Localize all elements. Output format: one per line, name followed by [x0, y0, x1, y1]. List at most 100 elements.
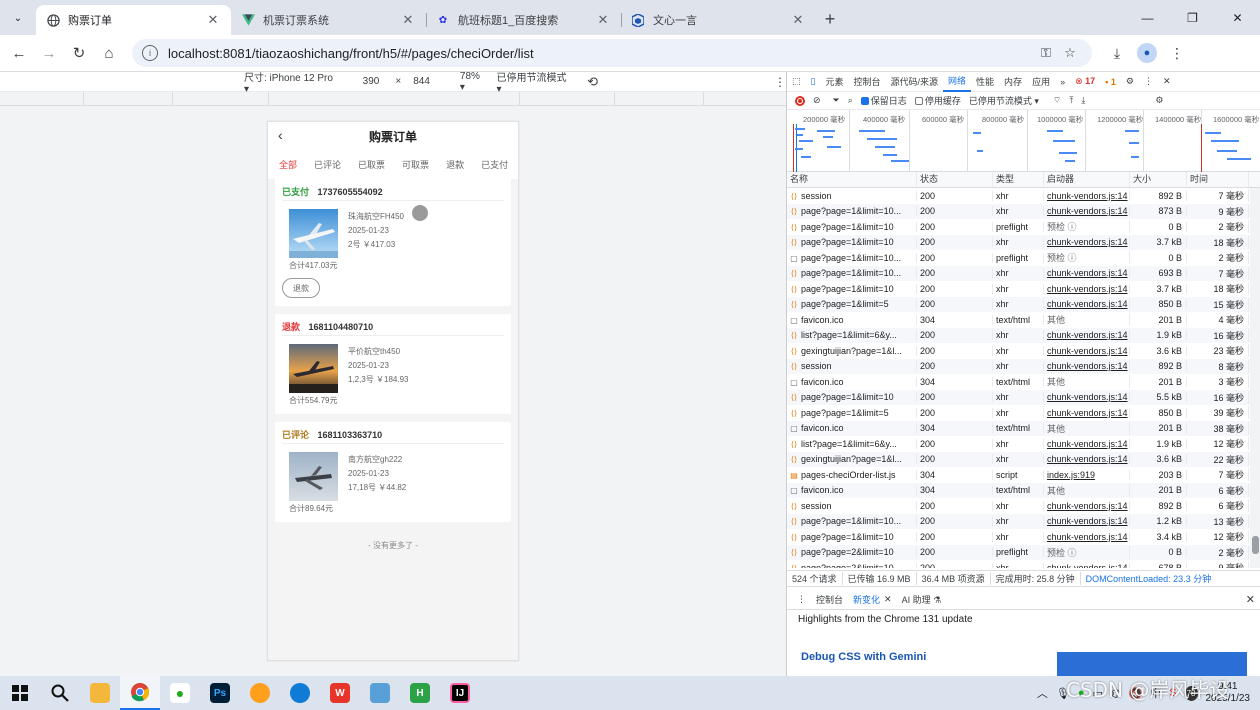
col-status[interactable]: 状态 — [917, 172, 993, 187]
disable-cache-checkbox[interactable]: 停用缓存 — [914, 94, 961, 107]
request-initiator[interactable]: chunk-vendors.js:14 — [1044, 206, 1130, 217]
drawer-tab-console[interactable]: 控制台 — [816, 593, 843, 606]
restore-icon[interactable]: ❐ — [1170, 0, 1215, 35]
device-toggle-icon[interactable]: ▯ — [806, 76, 821, 87]
order-card[interactable]: 退款 1681104480710 平价航空th450 2025-01-23 1,… — [275, 314, 511, 414]
col-size[interactable]: 大小 — [1130, 172, 1187, 187]
request-initiator[interactable]: chunk-vendors.js:14 — [1044, 407, 1130, 418]
request-name[interactable]: ⟨⟩ page?page=1&limit=10 — [787, 221, 917, 232]
table-row[interactable]: ▢ favicon.ico 304 text/html 其他 201 B3 毫秒 — [787, 374, 1260, 390]
import-icon[interactable]: ⤒ — [1069, 95, 1073, 106]
request-name[interactable]: ⟨⟩page?page=2&limit=10 — [787, 562, 917, 568]
table-row[interactable]: ▢ favicon.ico 304 text/html 其他 201 B4 毫秒 — [787, 312, 1260, 328]
download-icon[interactable]: ⤓ — [1102, 38, 1132, 68]
request-initiator[interactable]: chunk-vendors.js:14 — [1044, 283, 1130, 294]
intellij-icon[interactable]: IJ — [440, 676, 480, 710]
device-select[interactable]: 尺寸: iPhone 12 Pro ▾ — [244, 69, 337, 95]
export-icon[interactable]: ⤓ — [1081, 95, 1085, 106]
col-initiator[interactable]: 启动器 — [1044, 172, 1130, 187]
request-initiator[interactable]: chunk-vendors.js:14 — [1044, 454, 1130, 465]
gemini-link[interactable]: Debug CSS with Gemini — [801, 651, 926, 663]
request-initiator[interactable]: chunk-vendors.js:14 — [1044, 562, 1130, 568]
back-chevron-icon[interactable]: ‹ — [278, 127, 283, 143]
request-name[interactable]: ⟨⟩ page?page=1&limit=10... — [787, 206, 917, 217]
request-name[interactable]: ▢ favicon.ico — [787, 376, 917, 387]
request-name[interactable]: ⟨⟩ page?page=1&limit=10 — [787, 531, 917, 542]
tab-refund[interactable]: 退款 — [446, 158, 464, 171]
request-name[interactable]: ⟨⟩ page?page=1&limit=5 — [787, 407, 917, 418]
request-initiator[interactable]: chunk-vendors.js:14 — [1044, 500, 1130, 511]
scrollbar-thumb[interactable] — [1252, 536, 1259, 554]
table-row[interactable]: ⟨⟩ page?page=1&limit=10... 200 xhr chunk-ven… — [787, 265, 1260, 281]
drawer-tab-whats-new[interactable]: 新变化 — [853, 593, 880, 606]
request-initiator[interactable]: index.js:919 — [1044, 469, 1130, 480]
request-name[interactable]: ▤ pages-checiOrder-list.js — [787, 469, 917, 480]
table-row[interactable]: ⟨⟩ page?page=1&limit=10 200 xhr chunk-vendor… — [787, 389, 1260, 405]
table-row[interactable]: ⟨⟩ page?page=1&limit=10 200 xhr chunk-vendor… — [787, 529, 1260, 545]
table-row[interactable]: ⟨⟩ list?page=1&limit=6&y... 200 xhr chunk-ve… — [787, 436, 1260, 452]
table-row[interactable]: ⟨⟩ page?page=1&limit=10... 200 xhr chunk-ven… — [787, 513, 1260, 529]
request-name[interactable]: ⟨⟩ gexingtuijian?page=1&l... — [787, 454, 917, 465]
zoom-select[interactable]: 78% ▾ — [460, 71, 487, 93]
request-name[interactable]: ▢ favicon.ico — [787, 423, 917, 434]
search-icon[interactable] — [40, 676, 80, 710]
drawer-tab-close-icon[interactable]: ✕ — [884, 594, 892, 605]
clear-icon[interactable]: ⊘ — [813, 95, 821, 106]
home-icon[interactable]: ⌂ — [94, 38, 124, 68]
table-row[interactable]: ⟨⟩ page?page=1&limit=5 200 xhr chunk-vendors… — [787, 296, 1260, 312]
request-name[interactable]: ⟨⟩ session — [787, 500, 917, 511]
devtools-menu-icon[interactable]: ⋮ — [1139, 76, 1158, 87]
request-name[interactable]: ⟨⟩ list?page=1&limit=6&y... — [787, 330, 917, 341]
drawer-menu-icon[interactable]: ⋮ — [797, 594, 806, 605]
network-overview-timeline[interactable]: 200000 毫秒 400000 毫秒 600000 毫秒 800000 毫秒 … — [787, 110, 1260, 172]
table-row[interactable]: ⟨⟩ session 200 xhr chunk-vendors.js:14 892 B6… — [787, 498, 1260, 514]
settings-gear-icon[interactable]: ⚙ — [1121, 76, 1139, 87]
profile-avatar-icon[interactable]: ● — [1137, 43, 1157, 63]
request-name[interactable]: ⟨⟩ page?page=1&limit=10... — [787, 516, 917, 527]
table-row[interactable]: ⟨⟩ page?page=1&limit=10... 200 xhr chunk-ven… — [787, 203, 1260, 219]
col-type[interactable]: 类型 — [993, 172, 1044, 187]
error-count-badge[interactable]: ⊗ 17 — [1070, 76, 1100, 87]
throttle-select[interactable]: 已停用节流模式 ▾ — [497, 69, 572, 95]
search-icon[interactable]: ⌕ — [848, 95, 853, 106]
order-card[interactable]: 已评论 1681103363710 南方航空gh222 2025-01-23 1… — [275, 422, 511, 522]
table-row[interactable]: ⟨⟩ page?page=1&limit=10 200 preflight 预检 ⓘ 0 … — [787, 219, 1260, 235]
chrome-icon[interactable] — [120, 676, 160, 710]
edge-icon[interactable] — [280, 676, 320, 710]
network-scrollbar[interactable] — [1250, 188, 1260, 568]
tab-elements[interactable]: 元素 — [820, 75, 848, 88]
table-row[interactable]: ▢ page?page=1&limit=10... 200 preflight 预检 ⓘ… — [787, 250, 1260, 266]
table-row[interactable]: ⟨⟩ gexingtuijian?page=1&l... 200 xhr chunk-v… — [787, 451, 1260, 467]
close-window-icon[interactable]: ✕ — [1215, 0, 1260, 35]
tab-network[interactable]: 网络 — [943, 72, 972, 92]
request-initiator[interactable]: chunk-vendors.js:14 — [1044, 438, 1130, 449]
request-name[interactable]: ▢ favicon.ico — [787, 485, 917, 496]
col-name[interactable]: 名称 — [787, 172, 917, 187]
reload-icon[interactable]: ↻ — [64, 38, 94, 68]
kebab-menu-icon[interactable]: ⋮ — [1162, 38, 1192, 68]
key-icon[interactable]: ⚿ — [1034, 45, 1058, 61]
notes-icon[interactable] — [360, 676, 400, 710]
request-initiator[interactable]: chunk-vendors.js:14 — [1044, 299, 1130, 310]
tab-sources[interactable]: 源代码/来源 — [886, 75, 944, 88]
windows-start-icon[interactable] — [0, 676, 40, 710]
tab-performance[interactable]: 性能 — [971, 75, 999, 88]
forward-arrow-icon[interactable]: → — [34, 38, 64, 68]
request-name[interactable]: ⟨⟩ page?page=1&limit=10 — [787, 237, 917, 248]
table-row[interactable]: ⟨⟩ session 200 xhr chunk-vendors.js:14 892 B8… — [787, 358, 1260, 374]
table-row[interactable]: ⟨⟩ page?page=2&limit=10 200 preflight 预检 ⓘ 0 … — [787, 544, 1260, 560]
tab-memory[interactable]: 内存 — [999, 75, 1027, 88]
tab-reviewed[interactable]: 已评论 — [314, 158, 341, 171]
paint-icon[interactable] — [240, 676, 280, 710]
request-initiator[interactable]: chunk-vendors.js:14 — [1044, 237, 1130, 248]
refund-button[interactable]: 退款 — [282, 278, 320, 298]
table-row[interactable]: ⟨⟩ page?page=1&limit=10 200 xhr chunk-vendor… — [787, 234, 1260, 250]
drawer-tab-ai[interactable]: AI 助理 ⚗ — [902, 593, 942, 606]
minimize-icon[interactable]: — — [1125, 0, 1170, 35]
col-time[interactable]: 时间 — [1187, 172, 1249, 187]
wps-icon[interactable]: W — [320, 676, 360, 710]
table-row[interactable]: ⟨⟩ session 200 xhr chunk-vendors.js:14 892 B7… — [787, 188, 1260, 204]
tab-collected[interactable]: 已取票 — [358, 158, 385, 171]
order-card[interactable]: 已支付 1737605554092 珠海航空FH450 2025-01-23 2… — [275, 179, 511, 306]
request-name[interactable]: ⟨⟩page?page=2&limit=10 — [787, 547, 917, 558]
